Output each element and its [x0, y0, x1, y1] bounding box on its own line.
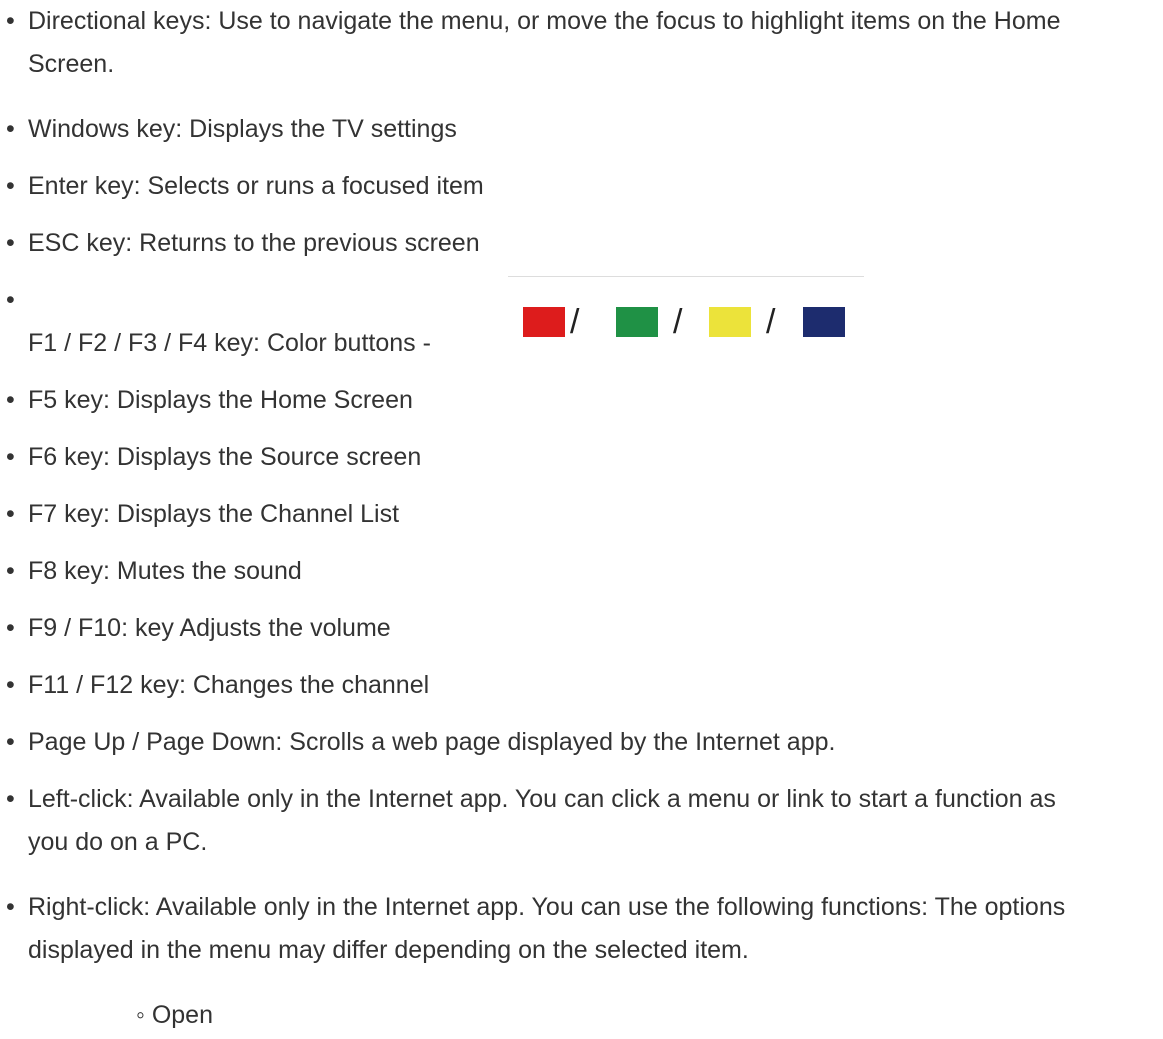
bullet: • — [6, 557, 15, 585]
list-item-text: Right-click: Available only in the Inter… — [28, 893, 1066, 964]
list-item-directional-keys: • Directional keys: Use to navigate the … — [6, 0, 1156, 86]
blue-button-icon — [803, 307, 845, 337]
bullet: • — [6, 500, 15, 528]
list-item-windows-key: • Windows key: Displays the TV settings — [6, 108, 1156, 151]
separator-slash: / — [673, 303, 683, 341]
bullet: • — [6, 7, 15, 35]
bullet: • — [6, 172, 15, 200]
yellow-button-icon — [709, 307, 751, 337]
sub-bullet: ◦ — [136, 1001, 145, 1029]
bullet: • — [6, 785, 15, 813]
list-item-f11-f12-key: • F11 / F12 key: Changes the channel — [6, 664, 1156, 707]
list-item-text: Left-click: Available only in the Intern… — [28, 785, 1056, 856]
list-item-text: Enter key: Selects or runs a focused ite… — [28, 172, 484, 200]
list-item-f9-f10-key: • F9 / F10: key Adjusts the volume — [6, 607, 1156, 650]
list-item-f5-key: • F5 key: Displays the Home Screen — [6, 379, 1156, 422]
bullet: • — [6, 671, 15, 699]
list-item-text: Windows key: Displays the TV settings — [28, 115, 457, 143]
bullet: • — [6, 443, 15, 471]
separator-slash: / — [570, 303, 580, 341]
list-item-left-click: • Left-click: Available only in the Inte… — [6, 778, 1156, 864]
bullet: • — [6, 115, 15, 143]
bullet: • — [6, 229, 15, 257]
list-item-right-click: • Right-click: Available only in the Int… — [6, 886, 1156, 972]
list-item-f6-key: • F6 key: Displays the Source screen — [6, 436, 1156, 479]
list-item-esc-key: • ESC key: Returns to the previous scree… — [6, 222, 1156, 265]
bullet: • — [6, 893, 15, 921]
list-item-text: ESC key: Returns to the previous screen — [28, 229, 480, 257]
help-page: • Directional keys: Use to navigate the … — [0, 0, 1163, 1039]
list-item-text: F6 key: Displays the Source screen — [28, 443, 422, 471]
sub-list-item-open: ◦ Open — [136, 994, 213, 1037]
bullet: • — [6, 728, 15, 756]
red-button-icon — [523, 307, 565, 337]
color-buttons-image: / / / — [508, 276, 864, 353]
list-item-page-up-down: • Page Up / Page Down: Scrolls a web pag… — [6, 721, 1156, 764]
list-item-enter-key: • Enter key: Selects or runs a focused i… — [6, 165, 1156, 208]
list-item-text: F5 key: Displays the Home Screen — [28, 386, 413, 414]
bullet: • — [6, 614, 15, 642]
list-item-text: F1 / F2 / F3 / F4 key: Color buttons - — [28, 329, 431, 357]
list-item-text: F7 key: Displays the Channel List — [28, 500, 400, 528]
bullet: • — [6, 386, 15, 414]
list-item-text: F11 / F12 key: Changes the channel — [28, 671, 430, 699]
list-item-text: Page Up / Page Down: Scrolls a web page … — [28, 728, 836, 756]
separator-slash: / — [766, 303, 776, 341]
sub-list-item-text: Open — [151, 1001, 213, 1029]
green-button-icon — [616, 307, 658, 337]
list-item-text: F8 key: Mutes the sound — [28, 557, 302, 585]
list-item-f8-key: • F8 key: Mutes the sound — [6, 550, 1156, 593]
list-item-text: Directional keys: Use to navigate the me… — [28, 7, 1061, 78]
bullet: • — [6, 286, 15, 314]
list-item-f7-key: • F7 key: Displays the Channel List — [6, 493, 1156, 536]
list-item-text: F9 / F10: key Adjusts the volume — [28, 614, 391, 642]
